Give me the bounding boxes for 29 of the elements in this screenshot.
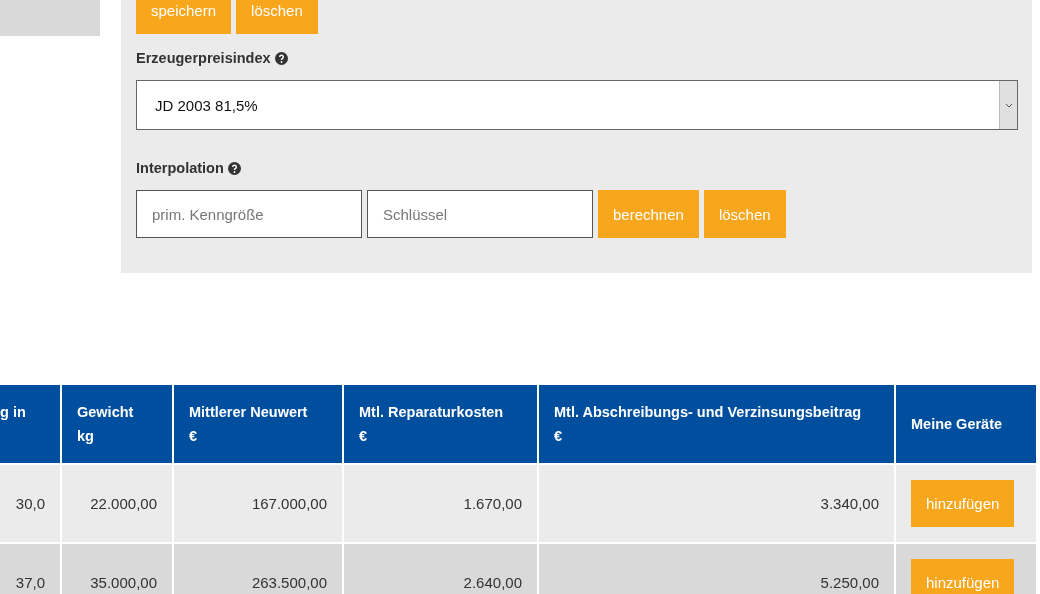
- calculate-button[interactable]: berechnen: [598, 190, 699, 238]
- dropdown-field[interactable]: JD 2003 81,5%: [136, 80, 1018, 130]
- help-icon[interactable]: [274, 51, 288, 65]
- add-button[interactable]: hinzufügen: [911, 480, 1015, 527]
- delete-button[interactable]: löschen: [236, 0, 318, 34]
- column-header: Mittlerer Neuwert €: [174, 385, 342, 463]
- save-button[interactable]: speichern: [136, 0, 232, 34]
- column-header: Mtl. Abschreibungs- und Verzinsungsbeitrag €: [539, 385, 894, 463]
- table-cell: 263.500,00: [174, 544, 342, 594]
- column-header: Meine Geräte: [896, 385, 1036, 463]
- table-cell: 1.670,00: [344, 465, 537, 542]
- input-field[interactable]: prim. Kenngröße: [136, 190, 362, 238]
- column-header: Gewicht kg: [62, 385, 172, 463]
- table-cell: 30,0: [0, 465, 60, 542]
- delete-button[interactable]: löschen: [703, 190, 786, 238]
- input-field[interactable]: Schlüssel: [367, 190, 593, 238]
- table-cell: 5.250,00: [539, 544, 894, 594]
- field-label: Erzeugerpreisindex: [136, 49, 271, 67]
- help-icon[interactable]: [227, 161, 241, 175]
- add-button[interactable]: hinzufügen: [911, 559, 1015, 594]
- table-cell: 37,0: [0, 544, 60, 594]
- table-cell: 22.000,00: [62, 465, 172, 542]
- field-label: Interpolation: [136, 159, 224, 177]
- column-header: Mtl. Reparaturkosten €: [344, 385, 537, 463]
- column-header: g in: [0, 385, 60, 463]
- table-cell: 2.640,00: [344, 544, 537, 594]
- table-cell: 167.000,00: [174, 465, 342, 542]
- table-cell: 35.000,00: [62, 544, 172, 594]
- table-cell: 3.340,00: [539, 465, 894, 542]
